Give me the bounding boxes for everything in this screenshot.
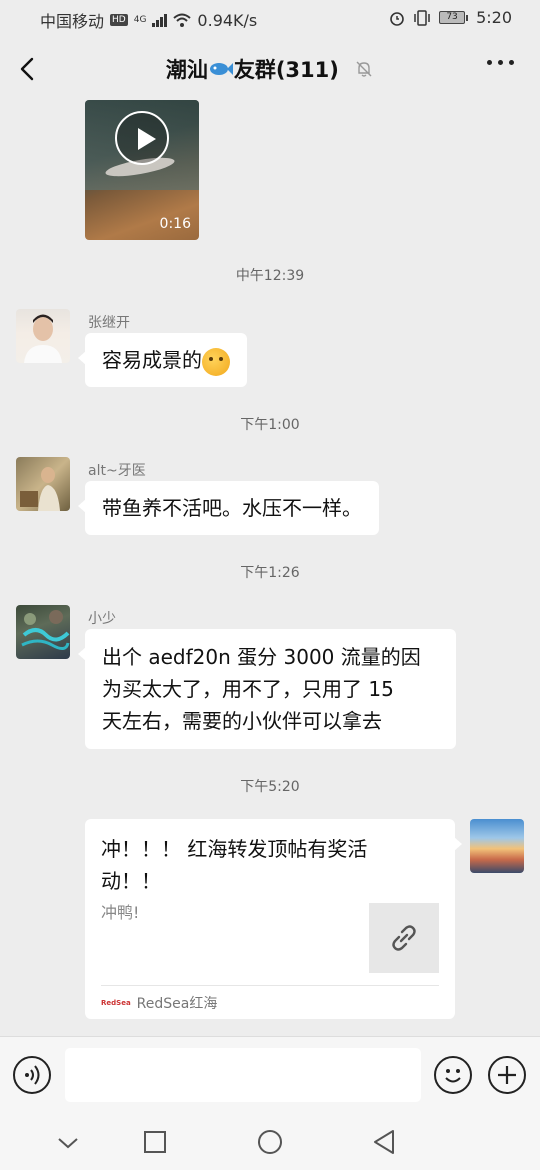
more-dots-icon[interactable]: [487, 60, 514, 65]
link-card-title-line: 冲！！！ 红海转发顶帖有奖活: [101, 837, 368, 861]
message-input[interactable]: [65, 1048, 421, 1102]
time-separator: 下午1:26: [240, 565, 300, 581]
source-logo-icon: RedSea: [101, 999, 131, 1007]
hd-badge: HD: [110, 14, 128, 26]
message-bubble[interactable]: 容易成景的: [78, 333, 247, 387]
message-bubble[interactable]: 带鱼养不活吧。水压不一样。: [78, 481, 379, 535]
video-message[interactable]: 0:16: [85, 100, 199, 240]
vibrate-icon: [414, 9, 430, 26]
system-nav-bar: [0, 1116, 540, 1170]
link-card-title-line: 动！！: [101, 869, 161, 893]
sender-name: 张继开: [88, 315, 130, 331]
nav-back-icon[interactable]: [371, 1128, 397, 1158]
alarm-icon: [390, 11, 404, 26]
link-card-description: 冲鸭!: [101, 903, 140, 922]
thinking-emoji-icon: [202, 347, 230, 376]
link-card-source-name: RedSea红海: [136, 996, 218, 1012]
mute-bell-icon: [356, 61, 372, 77]
message-bubble[interactable]: 出个 aedf20n 蛋分 3000 流量的因 为买太大了，用不了，只用了 15…: [78, 629, 456, 749]
signal-icon: [152, 13, 168, 27]
nav-recents-icon[interactable]: [142, 1128, 168, 1158]
chat-title-prefix: 潮汕: [165, 58, 208, 82]
fish-icon: [209, 63, 233, 75]
nav-home-icon[interactable]: [256, 1128, 284, 1158]
message-text-line: 天左右，需要的小伙伴可以拿去: [102, 709, 382, 733]
message-text: 带鱼养不活吧。水压不一样。: [102, 496, 362, 520]
message-text-line: 出个 aedf20n 蛋分 3000 流量的因: [102, 645, 421, 669]
status-bar: 中国移动 HD 4G 0.94K/s 73 5:20: [0, 0, 540, 38]
clock: 5:20: [476, 8, 512, 27]
message-text-line: 为买太大了，用不了，只用了 15: [102, 677, 394, 701]
chat-title-suffix: 友群(311): [233, 58, 339, 82]
battery-icon: 73: [439, 11, 469, 24]
voice-icon[interactable]: [13, 1056, 51, 1094]
wifi-icon: [173, 13, 192, 27]
emoji-icon[interactable]: [434, 1056, 472, 1094]
time-separator: 中午12:39: [235, 268, 305, 284]
time-separator: 下午1:00: [240, 417, 300, 433]
message-text: 容易成景的: [102, 348, 202, 372]
chat-header: 潮汕 友群(311): [0, 38, 540, 100]
carrier-name: 中国移动: [40, 12, 105, 31]
chat-title: 潮汕 友群(311): [0, 54, 540, 84]
link-card-source: RedSea RedSea红海: [101, 993, 217, 1013]
avatar[interactable]: [470, 819, 524, 873]
plus-icon[interactable]: [488, 1056, 526, 1094]
avatar[interactable]: [16, 457, 70, 511]
chat-input-bar: [0, 1036, 540, 1116]
network-speed: 0.94K/s: [197, 10, 258, 30]
link-card-divider: [101, 985, 439, 986]
time-separator: 下午5:20: [240, 779, 300, 795]
video-duration: 0:16: [159, 216, 191, 232]
link-card-title: 冲！！！ 红海转发顶帖有奖活 动！！: [101, 833, 401, 897]
link-card[interactable]: 冲！！！ 红海转发顶帖有奖活 动！！ 冲鸭! RedSea RedSea红海: [85, 819, 462, 1019]
link-icon: [369, 903, 439, 973]
network-type: 4G: [133, 15, 147, 25]
battery-level: 73: [439, 11, 466, 24]
avatar[interactable]: [16, 605, 70, 659]
play-icon[interactable]: [115, 111, 169, 165]
nav-hide-icon[interactable]: [56, 1128, 80, 1158]
avatar[interactable]: [16, 309, 70, 363]
sender-name: alt~牙医: [88, 463, 146, 479]
sender-name: 小少: [88, 611, 116, 627]
